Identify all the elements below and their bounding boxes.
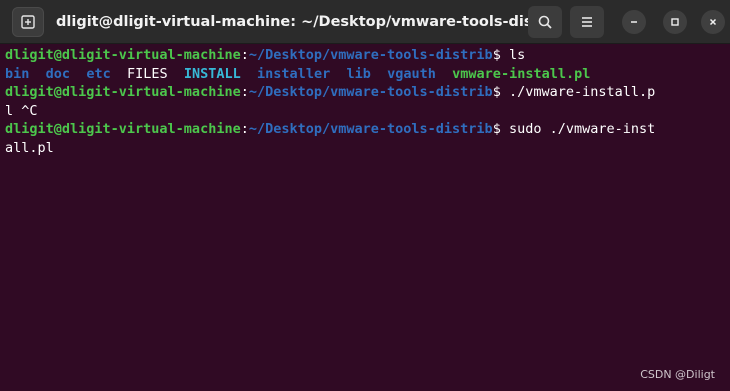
watermark: CSDN @Diligt <box>640 368 715 381</box>
ls-entry-etc: etc <box>86 65 111 82</box>
command-text-wrap: l ^C <box>5 102 38 119</box>
ls-entry-files: FILES <box>126 65 168 82</box>
command-text: sudo ./vmware-inst <box>508 121 656 137</box>
prompt-symbol: $ <box>492 84 509 100</box>
minimize-icon <box>631 21 637 23</box>
command-text-wrap: all.pl <box>5 139 54 156</box>
ls-entry-installer: installer <box>257 65 331 82</box>
prompt-path: ~/Desktop/vmware-tools-distrib <box>248 84 493 100</box>
prompt-colon: : <box>240 84 249 100</box>
new-tab-icon <box>21 15 35 29</box>
ls-output-line: bin doc etc FILES INSTALL installer lib … <box>5 65 730 84</box>
search-icon <box>538 15 552 29</box>
prompt-user: dligit@dligit-virtual-machine <box>5 121 241 137</box>
terminal-output[interactable]: dligit@dligit-virtual-machine:~/Desktop/… <box>5 44 730 391</box>
prompt-colon: : <box>240 47 249 63</box>
terminal-line: dligit@dligit-virtual-machine:~/Desktop/… <box>5 120 730 139</box>
maximize-icon <box>671 18 679 26</box>
new-tab-button[interactable] <box>12 7 44 37</box>
close-icon <box>709 18 717 26</box>
prompt-symbol: $ <box>492 121 509 137</box>
hamburger-menu-icon <box>582 17 592 27</box>
prompt-user: dligit@dligit-virtual-machine <box>5 47 241 63</box>
ls-entry-bin: bin <box>5 65 30 82</box>
ls-entry-install: INSTALL <box>183 65 241 82</box>
minimize-button[interactable] <box>622 10 646 34</box>
terminal-window: dligit@dligit-virtual-machine: ~/Desktop… <box>0 0 730 391</box>
command-text: ls <box>508 47 526 63</box>
command-text: ./vmware-install.p <box>508 84 656 100</box>
terminal-line: dligit@dligit-virtual-machine:~/Desktop/… <box>5 83 730 102</box>
terminal-line: dligit@dligit-virtual-machine:~/Desktop/… <box>5 46 730 65</box>
window-title: dligit@dligit-virtual-machine: ~/Desktop… <box>56 14 562 30</box>
prompt-colon: : <box>240 121 249 137</box>
maximize-button[interactable] <box>663 10 687 34</box>
terminal-line-wrap: all.pl <box>5 139 730 158</box>
prompt-symbol: $ <box>492 47 509 63</box>
prompt-user: dligit@dligit-virtual-machine <box>5 84 241 100</box>
ls-entry-lib: lib <box>346 65 371 82</box>
prompt-path: ~/Desktop/vmware-tools-distrib <box>248 47 493 63</box>
close-button[interactable] <box>701 10 725 34</box>
ls-entry-vmware-install: vmware-install.pl <box>452 65 591 82</box>
ls-entry-doc: doc <box>45 65 71 82</box>
terminal-line-wrap: l ^C <box>5 102 730 121</box>
title-bar: dligit@dligit-virtual-machine: ~/Desktop… <box>0 0 730 44</box>
prompt-path: ~/Desktop/vmware-tools-distrib <box>248 121 493 137</box>
ls-entry-vgauth: vgauth <box>387 65 436 82</box>
search-button[interactable] <box>528 6 562 38</box>
menu-button[interactable] <box>570 6 604 38</box>
